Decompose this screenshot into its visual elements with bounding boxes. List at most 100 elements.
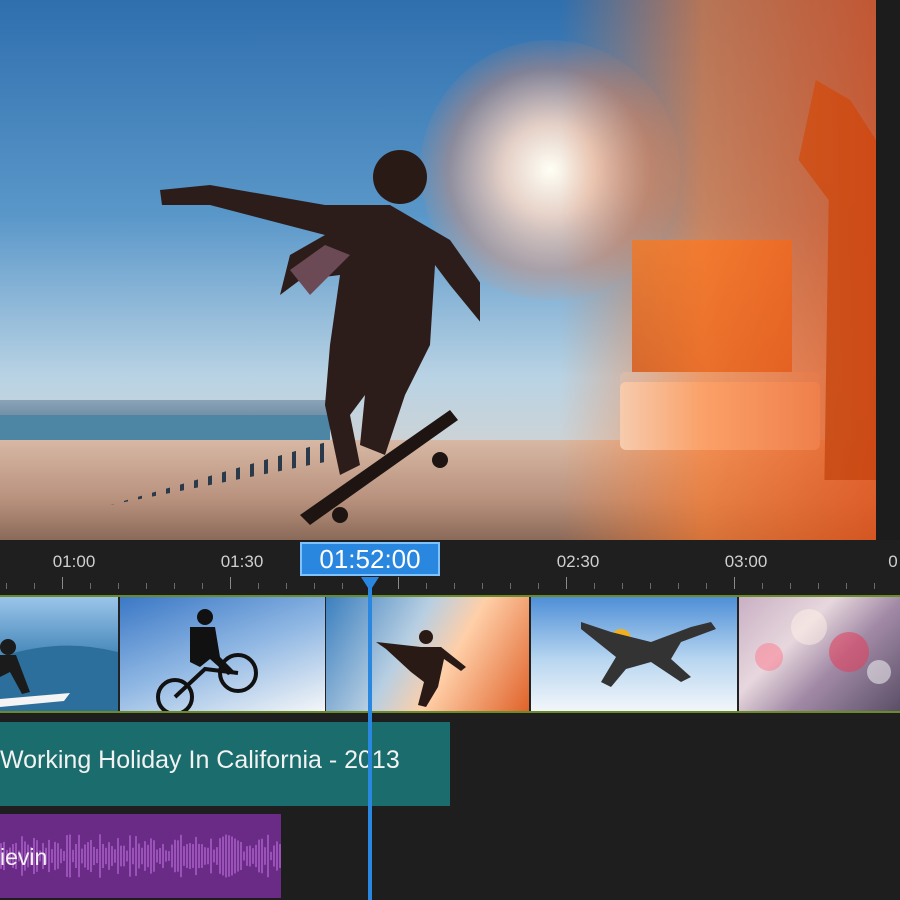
waveform-bar bbox=[258, 839, 260, 873]
waveform-bar bbox=[156, 849, 158, 863]
waveform-bar bbox=[126, 850, 128, 862]
waveform-bar bbox=[255, 844, 257, 868]
waveform-bar bbox=[96, 848, 98, 864]
video-clip-cyclist[interactable] bbox=[120, 597, 325, 711]
waveform-bar bbox=[132, 847, 134, 865]
waveform-bar bbox=[168, 851, 170, 861]
waveform-bar bbox=[72, 849, 74, 863]
ruler-tick bbox=[286, 583, 287, 589]
waveform-bar bbox=[78, 834, 80, 878]
waveform-bar bbox=[276, 841, 278, 871]
waveform-bar bbox=[246, 846, 248, 866]
waveform-bar bbox=[210, 838, 212, 874]
waveform-bar bbox=[201, 844, 203, 868]
ruler-tick bbox=[622, 583, 623, 589]
waveform-bar bbox=[216, 847, 218, 865]
waveform-bar bbox=[222, 836, 224, 876]
ruler-tick bbox=[454, 583, 455, 589]
waveform-bar bbox=[231, 836, 233, 876]
audio-clip-label: ievin bbox=[0, 844, 48, 870]
ruler-tick bbox=[678, 583, 679, 589]
waveform-bar bbox=[204, 847, 206, 865]
waveform-bar bbox=[135, 836, 137, 876]
skater-icon bbox=[376, 630, 466, 707]
playhead-time[interactable]: 01:52:00 bbox=[300, 542, 440, 576]
waveform-bar bbox=[243, 851, 245, 861]
waveform-bar bbox=[279, 844, 281, 868]
video-track[interactable] bbox=[0, 595, 900, 713]
waveform-bar bbox=[141, 847, 143, 865]
waveform-bar bbox=[183, 846, 185, 866]
ruler-tick bbox=[874, 583, 875, 589]
waveform-bar bbox=[177, 840, 179, 872]
skater-silhouette bbox=[160, 150, 480, 525]
waveform-bar bbox=[147, 844, 149, 868]
ruler-tick bbox=[426, 583, 427, 589]
ruler-label: 01:00 bbox=[52, 552, 96, 571]
playhead-line[interactable] bbox=[368, 580, 372, 900]
waveform-bar bbox=[90, 839, 92, 873]
waveform-bar bbox=[66, 835, 68, 877]
cyclist-icon bbox=[156, 609, 258, 711]
waveform-bar bbox=[228, 835, 230, 877]
ruler-tick bbox=[62, 577, 63, 589]
video-editor: 01:00 01:30 02:30 03:00 0 Working Holida… bbox=[0, 0, 900, 900]
ruler-tick bbox=[482, 583, 483, 589]
ruler-tick bbox=[594, 583, 595, 589]
waveform-bar bbox=[63, 851, 65, 861]
waveform-bar bbox=[189, 843, 191, 869]
waveform-bar bbox=[144, 841, 146, 871]
waveform-bar bbox=[171, 844, 173, 868]
waveform-bar bbox=[207, 847, 209, 865]
video-clip-surfer[interactable] bbox=[0, 597, 118, 711]
bokeh-icon bbox=[755, 609, 891, 684]
ruler-label: 02:30 bbox=[556, 552, 600, 571]
ruler-tick bbox=[510, 583, 511, 589]
waveform-bar bbox=[180, 834, 182, 878]
timeline-ruler[interactable]: 01:00 01:30 02:30 03:00 0 bbox=[0, 540, 900, 596]
waveform-bar bbox=[153, 840, 155, 872]
waveform-bar bbox=[186, 844, 188, 868]
waveform-bar bbox=[240, 842, 242, 870]
waveform-bar bbox=[261, 838, 263, 874]
waveform-bar bbox=[198, 843, 200, 869]
waveform-bar bbox=[54, 841, 56, 871]
ruler-label: 0 bbox=[888, 552, 898, 571]
waveform-bar bbox=[273, 845, 275, 867]
waveform-bar bbox=[219, 838, 221, 874]
waveform-bar bbox=[123, 845, 125, 867]
waveform-bar bbox=[192, 844, 194, 868]
waveform-bar bbox=[264, 847, 266, 865]
ruler-label: 01:30 bbox=[220, 552, 264, 571]
ruler-tick bbox=[762, 583, 763, 589]
waveform-bar bbox=[159, 847, 161, 865]
ruler-label: 03:00 bbox=[724, 552, 768, 571]
waveform-bar bbox=[120, 845, 122, 867]
ruler-tick bbox=[6, 583, 7, 589]
waveform-bar bbox=[75, 844, 77, 868]
waveform-bar bbox=[270, 851, 272, 861]
waveform-bar bbox=[93, 846, 95, 866]
waveform-bar bbox=[60, 848, 62, 864]
video-clip-blurred[interactable] bbox=[739, 597, 900, 711]
video-clip-skater[interactable] bbox=[326, 597, 529, 711]
ruler-tick bbox=[846, 583, 847, 589]
ruler-tick bbox=[230, 577, 231, 589]
title-clip[interactable]: Working Holiday In California - 2013 bbox=[0, 722, 450, 806]
ruler-tick bbox=[706, 583, 707, 589]
waveform-bar bbox=[87, 842, 89, 870]
skydiver-icon bbox=[581, 622, 716, 687]
waveform-bar bbox=[102, 843, 104, 869]
audio-clip[interactable]: ievin bbox=[0, 814, 281, 898]
waveform-bar bbox=[105, 847, 107, 865]
ruler-tick bbox=[342, 583, 343, 589]
ruler-tick bbox=[34, 583, 35, 589]
ruler-tick bbox=[174, 583, 175, 589]
waveform-bar bbox=[129, 835, 131, 877]
waveform-bar bbox=[81, 848, 83, 864]
video-preview[interactable] bbox=[0, 0, 876, 540]
waveform-bar bbox=[213, 849, 215, 863]
ruler-tick bbox=[790, 583, 791, 589]
video-clip-skydiver[interactable] bbox=[531, 597, 737, 711]
ruler-tick bbox=[258, 583, 259, 589]
